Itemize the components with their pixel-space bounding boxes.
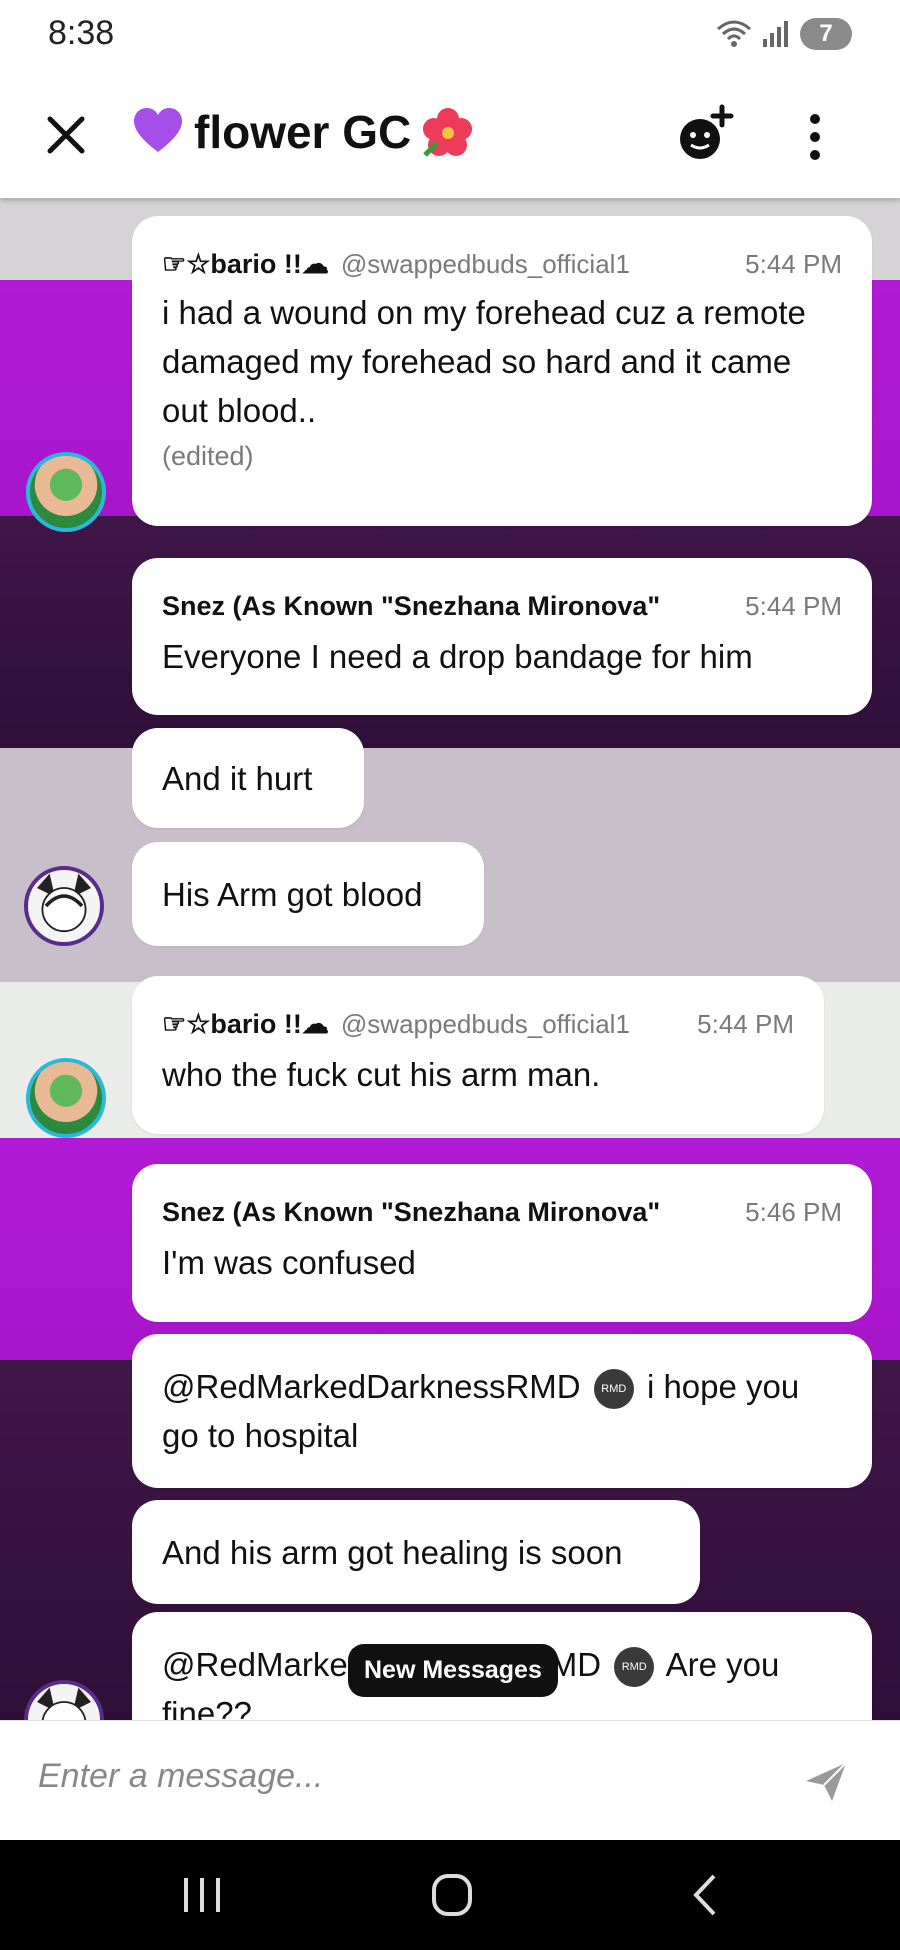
message-time: 5:44 PM — [745, 590, 842, 621]
message-bubble[interactable]: ☞☆bario !!☁ @swappedbuds_official1 5:44 … — [132, 216, 872, 526]
message-meta: ☞☆bario !!☁ @swappedbuds_official1 5:44 … — [162, 1006, 794, 1042]
sender-name[interactable]: ☞☆bario !!☁ — [162, 249, 329, 280]
status-bar: 8:38 7 — [0, 0, 900, 75]
hibiscus-icon — [423, 108, 473, 157]
message-bubble[interactable]: Snez (As Known "Snezhana Mironova" 5:44 … — [132, 558, 872, 715]
message-meta: Snez (As Known "Snezhana Mironova" 5:44 … — [162, 588, 842, 624]
rmd-avatar-icon: RMD — [614, 1647, 655, 1688]
new-messages-button[interactable]: New Messages — [348, 1644, 558, 1697]
chat-title: flower GC — [132, 105, 475, 159]
sender-name[interactable]: Snez (As Known "Snezhana Mironova" — [162, 1197, 660, 1228]
message-time: 5:46 PM — [745, 1196, 842, 1227]
purple-heart-icon — [134, 108, 182, 152]
message-bubble[interactable]: His Arm got blood — [132, 842, 484, 946]
back-icon[interactable] — [676, 1870, 736, 1920]
sender-handle: @swappedbuds_official1 — [340, 1008, 630, 1039]
status-icons: 7 — [716, 18, 852, 50]
message-text: @RedMarkedDarknessRMD RMD i hope you go … — [162, 1362, 842, 1460]
sender-name[interactable]: Snez (As Known "Snezhana Mironova" — [162, 591, 660, 622]
chat-title-text: flower GC — [194, 106, 412, 158]
message-list[interactable]: ☞☆bario !!☁ @swappedbuds_official1 5:44 … — [0, 198, 900, 1720]
recent-apps-icon[interactable] — [172, 1870, 232, 1920]
message-text: who the fuck cut his arm man. — [162, 1056, 601, 1093]
avatar[interactable] — [24, 866, 104, 946]
wifi-icon — [717, 20, 751, 47]
message-bubble[interactable]: @RedMarkedDarknessRMD RMD i hope you go … — [132, 1334, 872, 1488]
signal-icon — [763, 21, 788, 47]
close-icon[interactable] — [40, 109, 92, 161]
avatar[interactable] — [26, 1058, 106, 1138]
edited-label: (edited) — [162, 441, 254, 471]
home-icon[interactable] — [422, 1870, 482, 1920]
status-time: 8:38 — [48, 14, 115, 52]
more-options-icon[interactable] — [800, 111, 830, 163]
message-time: 5:44 PM — [745, 248, 842, 279]
message-input-bar: Enter a message... — [0, 1720, 900, 1841]
message-bubble[interactable]: And it hurt — [132, 728, 364, 828]
message-text: I'm was confused — [162, 1244, 416, 1281]
battery-level: 7 — [819, 20, 833, 47]
message-text-after: Are you — [658, 1646, 780, 1683]
message-text: Everyone I need a drop bandage for him — [162, 638, 753, 675]
sender-name[interactable]: ☞☆bario !!☁ — [162, 1009, 329, 1040]
user-mention[interactable]: @RedMarkedDarknessRMD — [162, 1368, 581, 1405]
message-text: And his arm got healing is soon — [162, 1534, 623, 1571]
message-meta: ☞☆bario !!☁ @swappedbuds_official1 5:44 … — [162, 246, 842, 282]
add-member-icon[interactable] — [672, 103, 736, 167]
send-icon[interactable] — [802, 1757, 850, 1805]
rmd-avatar-icon: RMD — [593, 1369, 634, 1410]
message-meta: Snez (As Known "Snezhana Mironova" 5:46 … — [162, 1194, 842, 1230]
sender-handle: @swappedbuds_official1 — [340, 248, 630, 279]
message-time: 5:44 PM — [697, 1008, 794, 1039]
battery-icon: 7 — [800, 18, 852, 50]
message-bubble[interactable]: And his arm got healing is soon — [132, 1500, 700, 1604]
message-bubble[interactable]: ☞☆bario !!☁ @swappedbuds_official1 5:44 … — [132, 976, 824, 1134]
system-nav-bar — [0, 1840, 900, 1950]
avatar[interactable] — [26, 452, 106, 532]
message-text: i had a wound on my forehead cuz a remot… — [162, 294, 806, 429]
user-mention[interactable]: @RedMarke — [162, 1646, 348, 1683]
message-text: His Arm got blood — [162, 876, 423, 913]
message-text: And it hurt — [162, 760, 313, 797]
chat-header: flower GC — [0, 75, 900, 198]
message-bubble[interactable]: Snez (As Known "Snezhana Mironova" 5:46 … — [132, 1164, 872, 1322]
message-input[interactable]: Enter a message... — [38, 1757, 323, 1796]
